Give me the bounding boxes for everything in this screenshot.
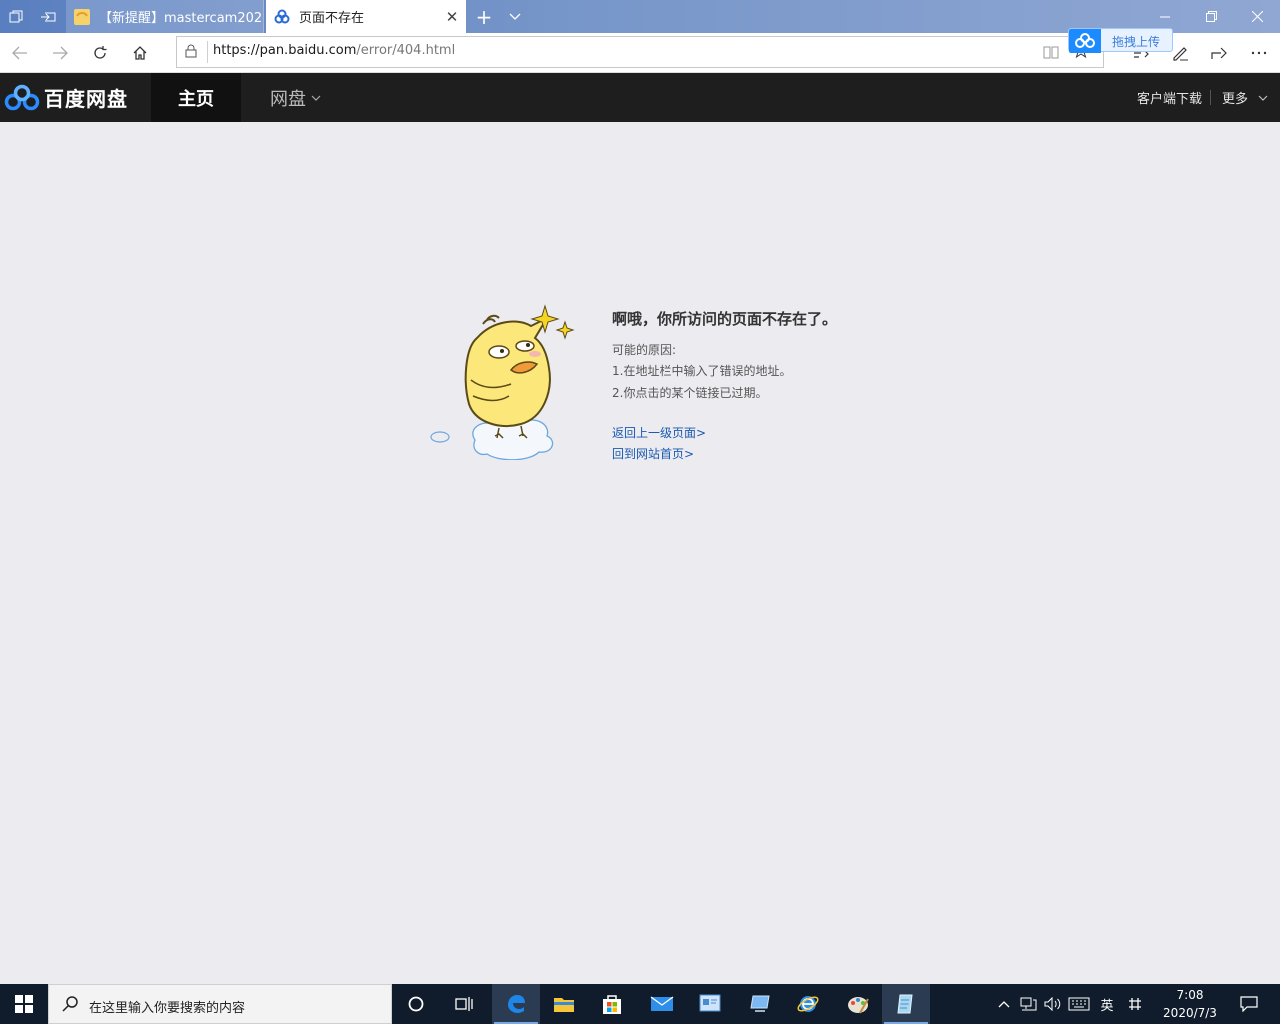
- back-to-previous-link[interactable]: 返回上一级页面>: [612, 424, 706, 441]
- url-text: https://pan.baidu.com/error/404.html: [213, 43, 455, 58]
- ime-mode-icon[interactable]: [1124, 984, 1146, 1024]
- remote-desktop-icon[interactable]: [736, 984, 784, 1024]
- lock-icon: [185, 44, 197, 58]
- cortana-icon[interactable]: [392, 984, 440, 1024]
- url-host: https://pan.baidu.com: [213, 43, 357, 58]
- restore-icon[interactable]: [1188, 0, 1234, 33]
- forum-favicon-icon: [74, 8, 90, 25]
- upload-label: 拖拽上传: [1112, 35, 1161, 49]
- more-label: 更多: [1222, 92, 1249, 107]
- refresh-icon[interactable]: [80, 33, 120, 73]
- start-button[interactable]: [0, 984, 48, 1024]
- brand-name: 百度网盘: [44, 87, 128, 111]
- windows-logo-icon: [15, 995, 33, 1013]
- reason-item: 1.在地址栏中输入了错误的地址。: [612, 364, 792, 378]
- sad-chick-illustration: [430, 304, 575, 460]
- more-menu[interactable]: 更多: [1222, 73, 1268, 122]
- network-icon[interactable]: [1018, 984, 1038, 1024]
- search-placeholder: 在这里输入你要搜索的内容: [89, 1001, 246, 1016]
- reason-item: 2.你点击的某个链接已过期。: [612, 386, 768, 400]
- new-tab-icon[interactable]: +: [470, 0, 498, 33]
- chevron-down-icon[interactable]: [500, 0, 530, 33]
- reading-view-icon[interactable]: [1043, 45, 1059, 59]
- paint-icon[interactable]: [834, 984, 882, 1024]
- url-divider: [207, 41, 208, 63]
- taskbar-search-input[interactable]: 在这里输入你要搜索的内容: [48, 984, 392, 1024]
- volume-icon[interactable]: [1042, 984, 1062, 1024]
- file-explorer-icon[interactable]: [540, 984, 588, 1024]
- baidu-pan-logo-icon: [1069, 29, 1101, 53]
- tab-page-not-found[interactable]: 页面不存在 ✕: [266, 0, 466, 33]
- chevron-down-icon: [1258, 95, 1268, 101]
- tab-mastercam[interactable]: 【新提醒】mastercam2021: [66, 0, 264, 33]
- brand-logo[interactable]: 百度网盘: [4, 73, 128, 122]
- tab-title: 【新提醒】mastercam2021: [99, 11, 263, 26]
- client-download-link[interactable]: 客户端下载: [1137, 73, 1202, 122]
- url-path: /error/404.html: [356, 43, 456, 58]
- task-view-icon[interactable]: [440, 984, 488, 1024]
- edge-browser-icon[interactable]: [492, 984, 540, 1024]
- address-input[interactable]: https://pan.baidu.com/error/404.html: [176, 36, 1104, 68]
- ime-indicator[interactable]: 英: [1096, 984, 1118, 1024]
- baidu-pan-favicon-icon: [274, 9, 290, 23]
- close-window-icon[interactable]: [1234, 0, 1280, 33]
- drag-upload-button[interactable]: 拖拽上传: [1068, 28, 1173, 53]
- taskbar: 在这里输入你要搜索的内容 英 7:08 2020/7/3: [0, 984, 1280, 1024]
- error-title: 啊哦，你所访问的页面不存在了。: [612, 310, 838, 328]
- chevron-down-icon: [311, 95, 321, 101]
- clock-date: 2020/7/3: [1163, 1006, 1217, 1020]
- system-clock[interactable]: 7:08 2020/7/3: [1160, 984, 1220, 1024]
- set-aside-tabs-icon[interactable]: [32, 0, 64, 33]
- nav-home[interactable]: 主页: [151, 73, 241, 122]
- nav-pan[interactable]: 网盘: [270, 73, 321, 122]
- internet-explorer-icon[interactable]: [784, 984, 832, 1024]
- reasons-heading: 可能的原因:: [612, 343, 677, 357]
- search-icon: [62, 996, 78, 1012]
- show-hidden-icons-icon[interactable]: [996, 984, 1012, 1024]
- home-icon[interactable]: [120, 33, 160, 73]
- tab-manager-icon[interactable]: [0, 0, 32, 33]
- mail-icon[interactable]: [638, 984, 686, 1024]
- nav-pan-label: 网盘: [270, 88, 306, 110]
- forward-icon[interactable]: [40, 33, 80, 73]
- microsoft-store-icon[interactable]: [588, 984, 636, 1024]
- back-icon[interactable]: [0, 33, 40, 73]
- action-center-icon[interactable]: [1234, 984, 1264, 1024]
- back-to-home-link[interactable]: 回到网站首页>: [612, 445, 694, 462]
- control-panel-icon[interactable]: [686, 984, 734, 1024]
- site-header: 百度网盘 主页 网盘 客户端下载 更多: [0, 73, 1280, 122]
- baidu-pan-logo-icon: [4, 84, 40, 110]
- clock-time: 7:08: [1176, 988, 1204, 1002]
- tab-title: 页面不存在: [299, 11, 365, 26]
- header-divider: [1210, 90, 1211, 105]
- more-options-icon[interactable]: [1240, 33, 1278, 73]
- share-icon[interactable]: [1200, 33, 1238, 73]
- close-tab-icon[interactable]: ✕: [438, 8, 466, 26]
- notepad-app-icon[interactable]: [882, 984, 930, 1024]
- keyboard-icon[interactable]: [1066, 984, 1092, 1024]
